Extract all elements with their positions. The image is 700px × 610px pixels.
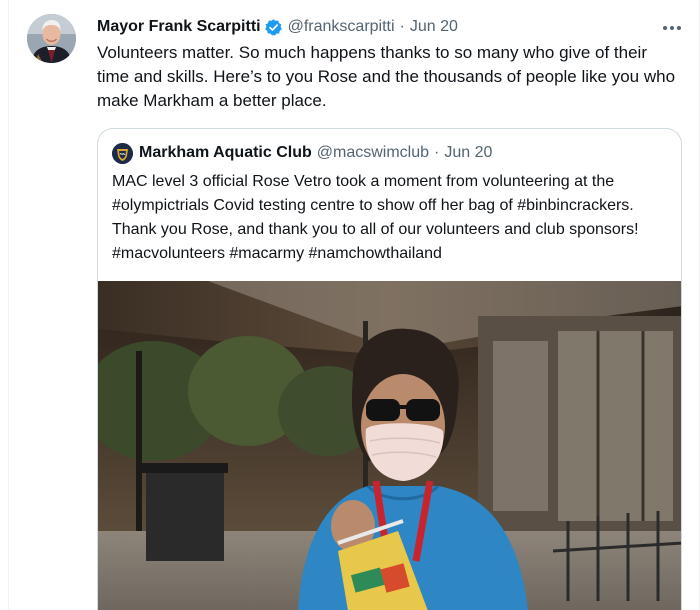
tweet[interactable]: Mayor Frank Scarpitti @frankscarpitti · … [0,0,700,610]
author-handle[interactable]: @frankscarpitti [288,18,395,36]
tweet-date[interactable]: Jun 20 [410,18,458,36]
more-options-icon[interactable] [660,20,684,36]
tweet-text: Volunteers matter. So much happens thank… [97,43,676,110]
quoted-author-avatar[interactable] [112,142,133,164]
quoted-author-handle[interactable]: @macswimclub [317,144,429,162]
tweet-header: Mayor Frank Scarpitti @frankscarpitti · … [97,15,458,39]
quoted-tweet-photo[interactable] [98,281,681,610]
author-display-name[interactable]: Mayor Frank Scarpitti [97,18,261,36]
quoted-tweet-date[interactable]: Jun 20 [444,144,492,162]
quoted-tweet-text: MAC level 3 official Rose Vetro took a m… [112,173,639,262]
quoted-tweet[interactable]: Markham Aquatic Club @macswimclub · Jun … [97,128,682,610]
quoted-author-display-name[interactable]: Markham Aquatic Club [139,144,312,162]
quoted-tweet-header: Markham Aquatic Club @macswimclub · Jun … [112,141,492,165]
author-avatar[interactable] [27,14,76,63]
header-separator: · [399,18,405,35]
verified-badge-icon [264,18,283,37]
quoted-header-separator: · [434,144,440,161]
